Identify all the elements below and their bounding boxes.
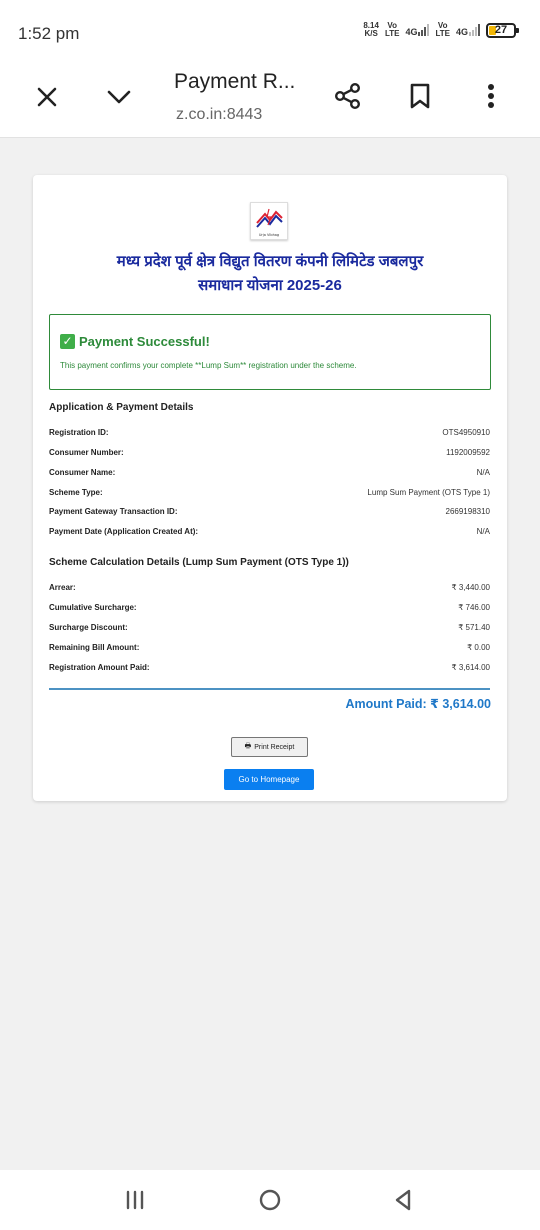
details-title: Application & Payment Details: [49, 402, 194, 413]
signal-icon: [469, 24, 480, 36]
detail-row: Payment Date (Application Created At): N/…: [49, 527, 490, 536]
calc-row: Cumulative Surcharge: ₹ 746.00: [49, 603, 490, 612]
share-icon[interactable]: [332, 80, 364, 112]
signal-icon: [418, 24, 430, 36]
chevron-down-icon[interactable]: [104, 82, 134, 112]
scheme-name: समाधान योजना 2025-26: [198, 277, 342, 294]
url-text[interactable]: z.co.in:8443: [176, 106, 262, 124]
calc-row: Arrear: ₹ 3,440.00: [49, 583, 490, 592]
status-bar: 1:52 pm 8.14 K/S Vo LTE 4G Vo LTE 4G 27: [0, 0, 540, 62]
check-icon: ✓: [60, 334, 75, 349]
company-logo: Urja Vibhag: [250, 202, 288, 240]
recent-apps-icon[interactable]: [120, 1186, 150, 1214]
volte-indicator-2: Vo LTE: [435, 21, 450, 38]
clock: 1:52 pm: [18, 24, 80, 43]
go-to-homepage-button[interactable]: Go to Homepage: [224, 769, 314, 790]
browser-toolbar: Payment R... z.co.in:8443: [0, 62, 540, 138]
calc-row: Registration Amount Paid: ₹ 3,614.00: [49, 663, 490, 672]
detail-row: Scheme Type: Lump Sum Payment (OTS Type 1…: [49, 488, 490, 497]
org-name: मध्य प्रदेश पूर्व क्षेत्र विद्युत वितरण …: [116, 253, 424, 270]
system-nav-bar: [0, 1170, 540, 1230]
success-title: ✓ Payment Successful!: [60, 334, 210, 349]
svg-text:Urja Vibhag: Urja Vibhag: [259, 233, 279, 237]
more-vert-icon[interactable]: [476, 80, 506, 112]
detail-row: Registration ID: OTS4950910: [49, 428, 490, 437]
bookmark-icon[interactable]: [404, 80, 436, 112]
success-alert: ✓ Payment Successful! This payment confi…: [49, 314, 491, 390]
battery-icon: 27: [486, 22, 519, 38]
printer-icon: 🖶: [244, 742, 252, 750]
success-message: This payment confirms your complete **Lu…: [60, 361, 357, 370]
receipt-card: Urja Vibhag मध्य प्रदेश पूर्व क्षेत्र वि…: [33, 175, 507, 801]
detail-row: Consumer Name: N/A: [49, 468, 490, 477]
calc-title: Scheme Calculation Details (Lump Sum Pay…: [49, 557, 349, 568]
volte-indicator-1: Vo LTE: [384, 21, 400, 38]
back-icon[interactable]: [388, 1186, 418, 1214]
network-speed: 8.14 K/S: [363, 21, 379, 38]
home-icon[interactable]: [255, 1186, 285, 1214]
calc-row: Surcharge Discount: ₹ 571.40: [49, 623, 490, 632]
status-icons: 8.14 K/S Vo LTE 4G Vo LTE 4G 27: [363, 21, 519, 38]
divider: [49, 688, 490, 690]
calc-row: Remaining Bill Amount: ₹ 0.00: [49, 643, 490, 652]
network-type-1: 4G: [405, 24, 430, 37]
network-type-2: 4G: [456, 24, 480, 37]
amount-paid: Amount Paid: ₹ 3,614.00: [345, 697, 491, 711]
page-title[interactable]: Payment R...: [174, 70, 295, 94]
print-receipt-button[interactable]: 🖶 Print Receipt: [231, 737, 308, 757]
close-icon[interactable]: [32, 82, 62, 112]
detail-row: Consumer Number: 1192009592: [49, 448, 490, 457]
detail-row: Payment Gateway Transaction ID: 266919831…: [49, 507, 490, 516]
